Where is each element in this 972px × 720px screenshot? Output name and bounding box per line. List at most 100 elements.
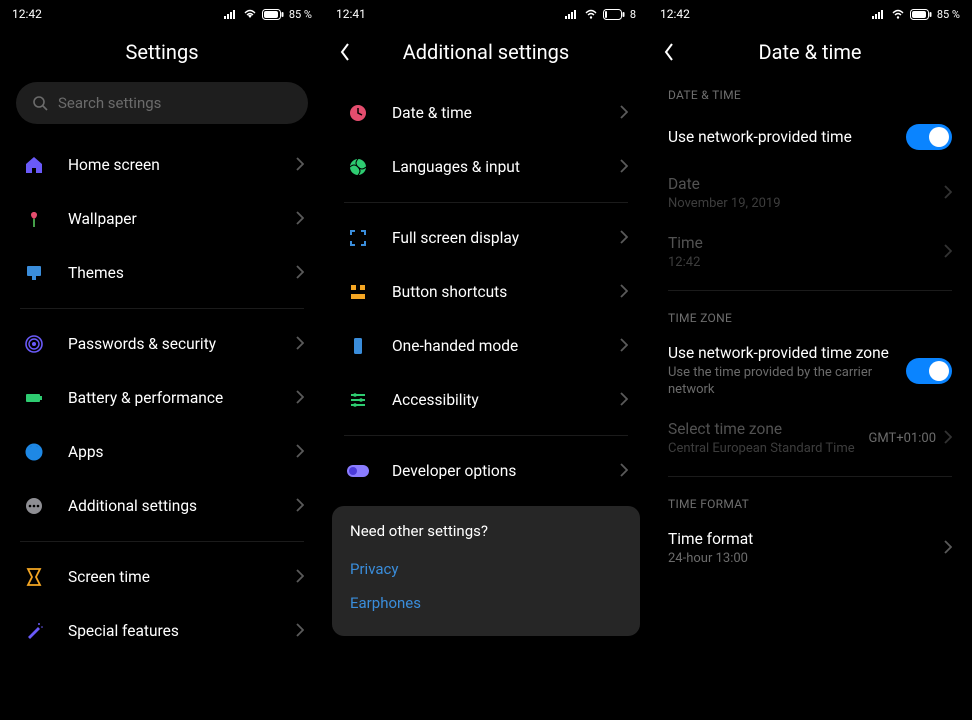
chevron-right-icon <box>620 337 628 356</box>
chevron-right-icon <box>620 158 628 177</box>
toggle-network-time[interactable] <box>906 124 952 150</box>
chevron-right-icon <box>296 622 304 641</box>
chevron-right-icon <box>296 156 304 175</box>
page-header: Settings <box>0 28 324 76</box>
search-input[interactable]: Search settings <box>16 82 308 124</box>
timezone-value: GMT+01:00 <box>868 431 936 446</box>
special-features-icon <box>20 621 48 641</box>
chevron-right-icon <box>296 210 304 229</box>
row-themes[interactable]: Themes <box>0 246 324 300</box>
additional-settings-icon <box>20 496 48 516</box>
status-bar: 12:41 8 <box>324 0 648 28</box>
additional-settings-screen: 12:41 8 Additional settings Date & time … <box>324 0 648 720</box>
row-time: Time 12:42 <box>648 223 972 282</box>
row-button-shortcuts[interactable]: Button shortcuts <box>324 265 648 319</box>
one-handed-icon <box>344 336 372 356</box>
battery-icon <box>603 9 625 20</box>
chevron-right-icon <box>620 462 628 481</box>
search-icon <box>32 95 48 111</box>
status-time: 12:42 <box>12 7 42 21</box>
row-accessibility[interactable]: Accessibility <box>324 373 648 427</box>
row-passwords-security[interactable]: Passwords & security <box>0 317 324 371</box>
chevron-right-icon <box>620 283 628 302</box>
page-header: Additional settings <box>324 28 648 76</box>
search-placeholder: Search settings <box>58 94 161 112</box>
themes-icon <box>20 263 48 283</box>
wallpaper-icon <box>20 209 48 229</box>
page-title: Settings <box>16 40 308 64</box>
row-full-screen-display[interactable]: Full screen display <box>324 211 648 265</box>
chevron-right-icon <box>620 391 628 410</box>
separator <box>20 541 304 542</box>
clock-icon <box>344 103 372 123</box>
chevron-right-icon <box>296 443 304 462</box>
link-privacy[interactable]: Privacy <box>350 552 622 586</box>
battery-percent: 85 % <box>937 8 960 21</box>
row-select-timezone: Select time zone Central European Standa… <box>648 409 972 468</box>
chevron-right-icon <box>296 335 304 354</box>
row-developer-options[interactable]: Developer options <box>324 444 648 498</box>
row-languages-input[interactable]: Languages & input <box>324 140 648 194</box>
row-screen-time[interactable]: Screen time <box>0 550 324 604</box>
page-header: Date & time <box>648 28 972 76</box>
date-time-screen: 12:42 85 % Date & time DATE & TIME Use n… <box>648 0 972 720</box>
back-button[interactable] <box>664 43 688 61</box>
chevron-right-icon <box>944 243 952 262</box>
row-date: Date November 19, 2019 <box>648 164 972 223</box>
separator <box>668 290 952 291</box>
battery-percent: 8 <box>630 8 636 21</box>
row-time-format[interactable]: Time format 24-hour 13:00 <box>648 519 972 578</box>
signal-icon <box>872 9 886 19</box>
wifi-icon <box>584 9 598 19</box>
chevron-right-icon <box>944 539 952 558</box>
screen-time-icon <box>20 567 48 587</box>
developer-icon <box>344 464 372 478</box>
row-one-handed-mode[interactable]: One-handed mode <box>324 319 648 373</box>
globe-icon <box>344 157 372 177</box>
row-use-network-timezone[interactable]: Use network-provided time zone Use the t… <box>648 333 972 409</box>
wifi-icon <box>891 9 905 19</box>
security-icon <box>20 334 48 354</box>
row-date-time[interactable]: Date & time <box>324 86 648 140</box>
page-title: Date & time <box>664 40 956 64</box>
status-bar: 12:42 85 % <box>648 0 972 28</box>
chevron-right-icon <box>296 497 304 516</box>
chevron-right-icon <box>944 429 952 448</box>
battery-percent: 85 % <box>289 8 312 21</box>
status-bar: 12:42 85 % <box>0 0 324 28</box>
link-earphones[interactable]: Earphones <box>350 586 622 620</box>
battery-icon <box>910 9 932 20</box>
separator <box>20 308 304 309</box>
row-additional-settings[interactable]: Additional settings <box>0 479 324 533</box>
other-settings-card: Need other settings? Privacy Earphones <box>332 506 640 636</box>
signal-icon <box>224 9 238 19</box>
settings-screen: 12:42 85 % Settings Search settings Home… <box>0 0 324 720</box>
battery-icon <box>262 9 284 20</box>
separator <box>344 435 628 436</box>
row-battery-performance[interactable]: Battery & performance <box>0 371 324 425</box>
row-use-network-time[interactable]: Use network-provided time <box>648 110 972 164</box>
section-time-format: TIME FORMAT <box>648 485 972 519</box>
signal-icon <box>565 9 579 19</box>
row-apps[interactable]: Apps <box>0 425 324 479</box>
shortcuts-icon <box>344 282 372 302</box>
accessibility-icon <box>344 390 372 410</box>
card-title: Need other settings? <box>350 522 622 540</box>
toggle-network-timezone[interactable] <box>906 358 952 384</box>
status-time: 12:42 <box>660 7 690 21</box>
apps-icon <box>20 442 48 462</box>
chevron-right-icon <box>296 568 304 587</box>
back-button[interactable] <box>340 43 364 61</box>
row-home-screen[interactable]: Home screen <box>0 138 324 192</box>
fullscreen-icon <box>344 228 372 248</box>
chevron-right-icon <box>296 264 304 283</box>
row-special-features[interactable]: Special features <box>0 604 324 658</box>
section-time-zone: TIME ZONE <box>648 299 972 333</box>
separator <box>344 202 628 203</box>
row-wallpaper[interactable]: Wallpaper <box>0 192 324 246</box>
wifi-icon <box>243 9 257 19</box>
page-title: Additional settings <box>340 40 632 64</box>
section-date-time: DATE & TIME <box>648 76 972 110</box>
chevron-right-icon <box>620 104 628 123</box>
chevron-right-icon <box>620 229 628 248</box>
